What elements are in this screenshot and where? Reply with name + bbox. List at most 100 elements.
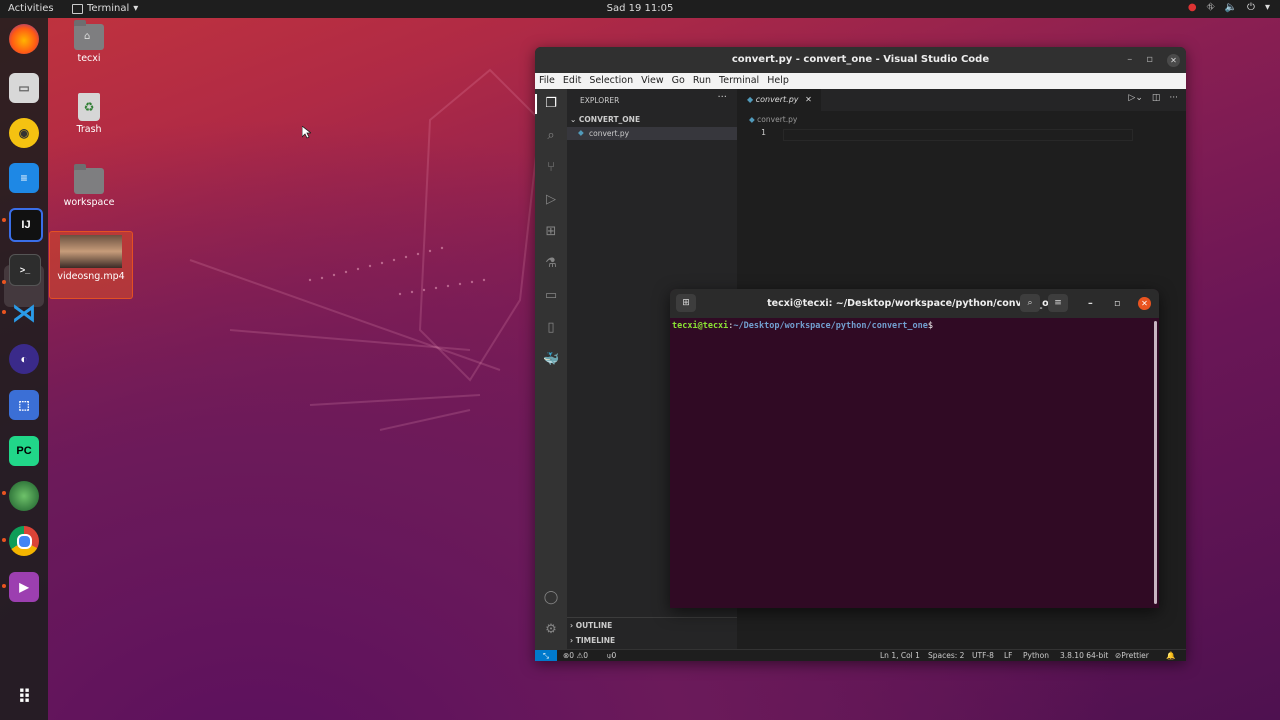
search-icon[interactable]: ⌕ bbox=[1020, 294, 1040, 312]
bell-icon[interactable]: 🔔 bbox=[1166, 651, 1175, 660]
outline-section[interactable]: › OUTLINE bbox=[570, 621, 612, 630]
menu-help[interactable]: Help bbox=[767, 73, 789, 89]
menu-selection[interactable]: Selection bbox=[589, 73, 633, 89]
vscode-icon[interactable]: ⋊ bbox=[9, 298, 39, 328]
chrome-icon[interactable] bbox=[9, 526, 39, 556]
firefox-icon[interactable] bbox=[9, 24, 39, 54]
folder-name: CONVERT_ONE bbox=[578, 115, 641, 124]
outline-label: OUTLINE bbox=[575, 621, 613, 630]
maximize-icon[interactable]: ▫ bbox=[1114, 289, 1120, 318]
files-icon[interactable]: ▭ bbox=[9, 73, 39, 103]
ports-count: 0 bbox=[611, 651, 617, 660]
activity-bar: ❐ ⌕ ⑂ ▷ ⊞ ⚗ ▭ ▯ 🐳 ◯ ⚙ bbox=[535, 89, 567, 649]
menu-go[interactable]: Go bbox=[672, 73, 685, 89]
menu-terminal[interactable]: Terminal bbox=[719, 73, 759, 89]
close-icon[interactable]: ✕ bbox=[1138, 297, 1151, 310]
menu-file[interactable]: File bbox=[539, 73, 555, 89]
breadcrumb[interactable]: ◆ convert.py bbox=[749, 115, 797, 124]
cursor-position[interactable]: Ln 1, Col 1 bbox=[880, 651, 920, 660]
more-actions-icon[interactable]: ··· bbox=[717, 92, 727, 103]
search-icon[interactable]: ⌕ bbox=[543, 128, 559, 144]
earth-icon[interactable] bbox=[9, 481, 39, 511]
breadcrumb-label: convert.py bbox=[757, 115, 798, 124]
terminal-icon[interactable]: >_ bbox=[9, 254, 41, 286]
rhythmbox-icon[interactable]: ◉ bbox=[9, 118, 39, 148]
intellij-icon[interactable]: IJ bbox=[9, 208, 43, 242]
tab-label: convert.py bbox=[755, 95, 799, 104]
show-applications-icon[interactable]: ⠿ bbox=[9, 682, 39, 712]
folder-header[interactable]: ⌄ CONVERT_ONE bbox=[570, 115, 640, 124]
desktop-icon-trash[interactable]: ♻ Trash bbox=[48, 93, 130, 135]
explorer-icon[interactable]: ❐ bbox=[543, 96, 559, 112]
hamburger-menu-icon[interactable]: ≡ bbox=[1048, 294, 1068, 312]
status-bar: ⤡ ⊗0 ⚠0 ⍦0 Ln 1, Col 1 Spaces: 2 UTF-8 L… bbox=[535, 649, 1186, 661]
close-tab-icon[interactable]: ✕ bbox=[805, 95, 812, 104]
notebook-icon[interactable]: ▯ bbox=[543, 320, 559, 336]
window-titlebar[interactable]: ⊞ tecxi@tecxi: ~/Desktop/workspace/pytho… bbox=[670, 289, 1159, 318]
tab-convert-py[interactable]: ◆ convert.py ✕ bbox=[737, 89, 821, 111]
run-debug-icon[interactable]: ▷ bbox=[543, 192, 559, 208]
clock[interactable]: Sad 19 11:05 bbox=[0, 3, 1280, 14]
timeline-section[interactable]: › TIMELINE bbox=[570, 636, 615, 645]
encoding[interactable]: UTF-8 bbox=[972, 651, 994, 660]
system-tray[interactable]: ● ⛗ 🔈 ⏻ ▾ bbox=[1188, 2, 1270, 13]
screenshot-icon[interactable]: ⬚ bbox=[9, 390, 39, 420]
minimize-icon[interactable]: – bbox=[1127, 47, 1132, 73]
media-player-icon[interactable]: ▶ bbox=[9, 572, 39, 602]
language-mode[interactable]: Python bbox=[1023, 651, 1049, 660]
remote-explorer-icon[interactable]: ▭ bbox=[543, 288, 559, 304]
indentation[interactable]: Spaces: 2 bbox=[928, 651, 964, 660]
formatter-label: Prettier bbox=[1121, 651, 1149, 660]
python-file-icon: ◆ bbox=[578, 128, 584, 137]
chevron-right-icon: › bbox=[570, 636, 574, 645]
menu-view[interactable]: View bbox=[641, 73, 664, 89]
prettier-status[interactable]: ⊘Prettier bbox=[1115, 651, 1149, 660]
home-folder-icon: ⌂ bbox=[74, 20, 104, 50]
window-titlebar[interactable]: convert.py - convert_one - Visual Studio… bbox=[535, 47, 1186, 73]
file-item-convert[interactable]: ◆ convert.py bbox=[567, 127, 737, 140]
extensions-icon[interactable]: ⊞ bbox=[543, 224, 559, 240]
writer-icon[interactable]: ≡ bbox=[9, 163, 39, 193]
menu-edit[interactable]: Edit bbox=[563, 73, 581, 89]
chevron-right-icon: › bbox=[570, 621, 574, 630]
warning-count: 0 bbox=[583, 651, 588, 660]
running-indicator bbox=[2, 280, 6, 284]
terminal-output[interactable]: tecxi@tecxi:~/Desktop/workspace/python/c… bbox=[670, 318, 1159, 608]
scrollbar[interactable] bbox=[1154, 321, 1157, 604]
window-title: tecxi@tecxi: ~/Desktop/workspace/python/… bbox=[767, 298, 1062, 309]
desktop-icon-workspace[interactable]: workspace bbox=[48, 164, 130, 208]
running-indicator bbox=[2, 538, 6, 542]
maximize-icon[interactable]: ▫ bbox=[1146, 47, 1153, 73]
prompt-symbol: $ bbox=[927, 321, 934, 331]
folder-icon bbox=[74, 164, 104, 194]
source-control-icon[interactable]: ⑂ bbox=[543, 160, 559, 176]
chevron-down-icon: ▾ bbox=[1264, 2, 1270, 13]
testing-icon[interactable]: ⚗ bbox=[543, 256, 559, 272]
docker-icon[interactable]: 🐳 bbox=[543, 352, 559, 368]
terminal-window[interactable]: ⊞ tecxi@tecxi: ~/Desktop/workspace/pytho… bbox=[670, 289, 1159, 608]
gear-icon[interactable]: ⚙ bbox=[543, 622, 559, 638]
python-interpreter[interactable]: 3.8.10 64-bit bbox=[1060, 651, 1108, 660]
eclipse-icon[interactable]: ◐ bbox=[9, 344, 39, 374]
account-icon[interactable]: ◯ bbox=[543, 590, 559, 606]
running-indicator bbox=[2, 491, 6, 495]
network-icon: ⛗ bbox=[1206, 2, 1215, 13]
ports-indicator[interactable]: ⍦0 bbox=[607, 651, 616, 661]
run-file-icon[interactable]: ▷⌄ bbox=[1128, 93, 1142, 103]
menu-bar: File Edit Selection View Go Run Terminal… bbox=[535, 73, 1186, 89]
menu-run[interactable]: Run bbox=[693, 73, 711, 89]
file-name: convert.py bbox=[589, 129, 630, 138]
minimize-icon[interactable]: – bbox=[1088, 289, 1093, 318]
activities-button[interactable]: Activities bbox=[8, 3, 54, 14]
desktop-icon-video[interactable]: videosng.mp4 bbox=[49, 231, 133, 299]
app-menu[interactable]: Terminal ▾ bbox=[72, 3, 138, 14]
desktop-icon-label: Trash bbox=[76, 124, 102, 135]
desktop-icon-home[interactable]: ⌂ tecxi bbox=[48, 20, 130, 64]
end-of-line[interactable]: LF bbox=[1004, 651, 1013, 660]
split-editor-icon[interactable]: ◫ bbox=[1152, 93, 1161, 103]
pycharm-icon[interactable]: PC bbox=[9, 436, 39, 466]
more-actions-icon[interactable]: ··· bbox=[1169, 93, 1178, 103]
problems-indicator[interactable]: ⊗0 ⚠0 bbox=[563, 651, 588, 660]
remote-indicator-icon[interactable]: ⤡ bbox=[535, 650, 557, 661]
close-icon[interactable]: ✕ bbox=[1167, 53, 1180, 67]
